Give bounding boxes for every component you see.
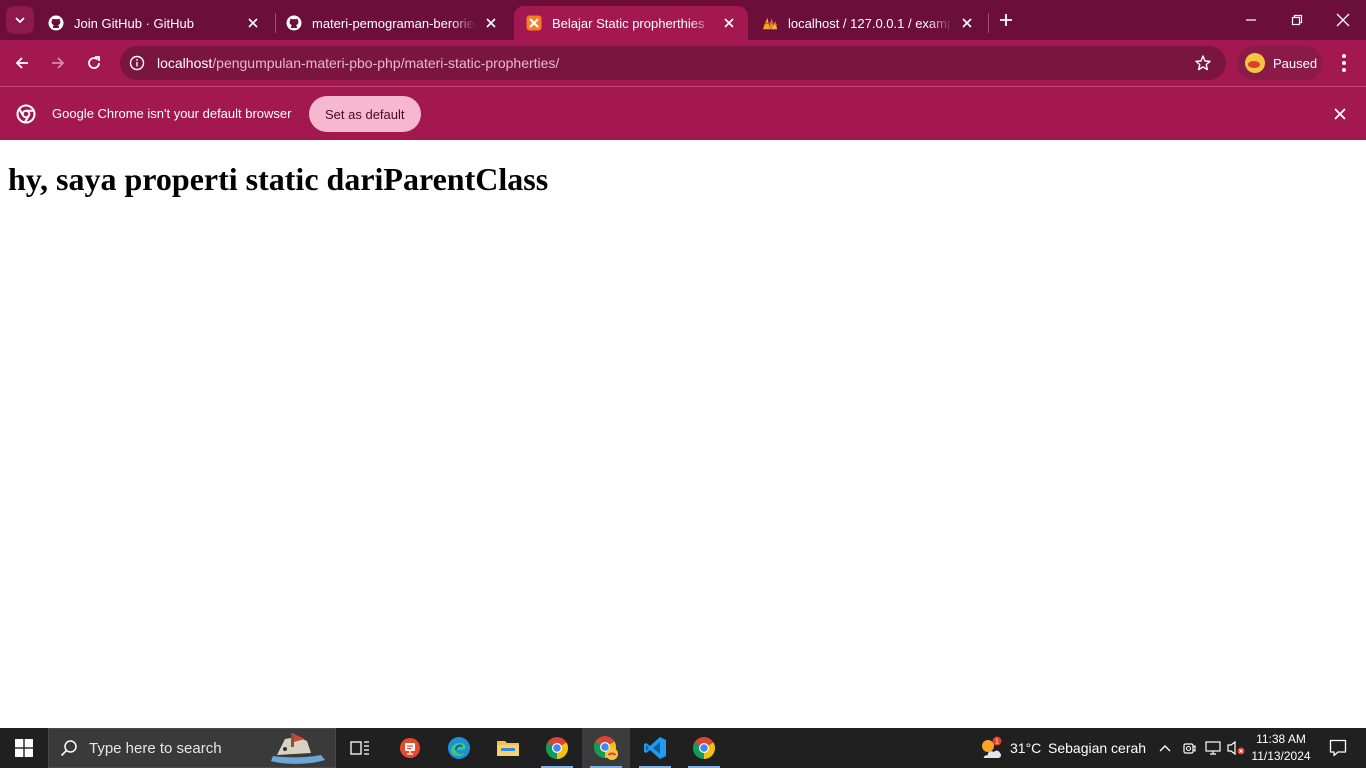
edge-icon [448, 737, 470, 759]
search-icon [49, 739, 89, 757]
tab-phpmyadmin[interactable]: localhost / 127.0.0.1 / example- [750, 6, 986, 40]
xampp-icon [526, 15, 542, 31]
avatar [1245, 53, 1265, 73]
restore-icon [1291, 14, 1303, 26]
tab-title: Belajar Static propherthies [552, 15, 705, 31]
tab-close-icon[interactable] [958, 14, 976, 32]
taskbar-search-input[interactable]: Type here to search [48, 728, 336, 768]
search-placeholder: Type here to search [89, 739, 222, 757]
url-host: localhost [157, 55, 213, 71]
bookmark-star-icon[interactable] [1194, 54, 1212, 72]
clock-date: 11/13/2024 [1251, 749, 1311, 763]
chrome-profile-icon [594, 736, 618, 760]
volume-button[interactable] [1226, 728, 1246, 768]
clock-time: 11:38 AM [1256, 732, 1306, 746]
network-icon [1205, 741, 1221, 755]
tab-title: localhost / 127.0.0.1 / example- [788, 15, 952, 31]
arrow-left-icon [15, 57, 28, 69]
address-bar[interactable]: localhost/pengumpulan-materi-pbo-php/mat… [120, 46, 1226, 80]
url-text: localhost/pengumpulan-materi-pbo-php/mat… [157, 55, 559, 71]
taskbar-chrome-profile[interactable] [582, 728, 630, 768]
tab-title: Join GitHub · GitHub [74, 15, 194, 31]
show-hidden-icons-button[interactable] [1154, 728, 1176, 768]
search-highlight-illustration [265, 731, 329, 767]
github-icon [48, 15, 64, 31]
default-browser-infobar: Google Chrome isn't your default browser… [0, 86, 1366, 140]
arrow-right-icon [52, 57, 65, 69]
tab-strip: Join GitHub · GitHub materi-pemograman-b… [0, 0, 1366, 40]
minimize-icon [1246, 19, 1256, 21]
tab-close-icon[interactable] [244, 14, 262, 32]
weather-partly-sunny-icon: 1 [982, 736, 1002, 758]
site-info-icon[interactable] [120, 46, 154, 80]
chrome-icon [693, 737, 715, 759]
weather-description: Sebagian cerah [1048, 740, 1147, 756]
infobar-message: Google Chrome isn't your default browser [52, 106, 292, 121]
url-path: /pengumpulan-materi-pbo-php/materi-stati… [212, 55, 560, 71]
tab-title: materi-pemograman-berorientasi [312, 15, 476, 31]
taskbar: Type here to search 1 31°C Sebagian cera… [0, 728, 1366, 768]
menu-kebab-icon[interactable] [1333, 49, 1355, 77]
close-icon [1336, 13, 1350, 27]
chevron-up-icon [1159, 745, 1171, 752]
tab-join-github[interactable]: Join GitHub · GitHub [36, 6, 272, 40]
task-view-icon [350, 741, 369, 755]
network-button[interactable] [1202, 728, 1224, 768]
page-heading: hy, saya properti static dariParentClass [8, 161, 549, 197]
infobar-close-icon[interactable] [1331, 105, 1349, 123]
profile-button[interactable]: Paused [1237, 46, 1322, 80]
weather-temperature: 31°C [1010, 740, 1042, 756]
start-button[interactable] [0, 728, 48, 768]
tab-close-icon[interactable] [720, 14, 738, 32]
taskbar-edge[interactable] [435, 728, 483, 768]
close-window-button[interactable] [1320, 0, 1366, 40]
plus-icon [1000, 14, 1012, 26]
presentation-app-icon [400, 738, 420, 758]
chrome-icon [16, 104, 36, 124]
forward-button[interactable] [44, 49, 72, 77]
tab-close-icon[interactable] [482, 14, 500, 32]
tab-search-button[interactable] [6, 6, 34, 34]
file-explorer-icon [497, 741, 519, 756]
phpmyadmin-icon [762, 15, 778, 31]
volume-muted-icon [1227, 740, 1245, 756]
set-as-default-button[interactable]: Set as default [309, 96, 421, 132]
taskbar-vscode[interactable] [631, 728, 679, 768]
notification-center-button[interactable] [1318, 728, 1358, 768]
taskbar-file-explorer[interactable] [484, 728, 532, 768]
weather-widget[interactable]: 1 [976, 728, 1006, 768]
reload-icon [88, 56, 100, 69]
taskbar-presentation-app[interactable] [386, 728, 434, 768]
reload-button[interactable] [80, 49, 108, 77]
browser-toolbar: localhost/pengumpulan-materi-pbo-php/mat… [0, 40, 1366, 86]
github-icon [286, 15, 302, 31]
vscode-icon [644, 737, 666, 759]
minimize-button[interactable] [1228, 0, 1274, 40]
chevron-down-icon [15, 17, 25, 24]
taskbar-chrome[interactable] [533, 728, 581, 768]
taskbar-chrome-2[interactable] [680, 728, 728, 768]
notification-icon [1329, 739, 1347, 757]
task-view-button[interactable] [336, 728, 384, 768]
back-button[interactable] [8, 49, 36, 77]
tab-materi-pemograman[interactable]: materi-pemograman-berorientasi [274, 6, 510, 40]
restore-button[interactable] [1274, 0, 1320, 40]
page-content: hy, saya properti static dariParentClass [0, 140, 1366, 728]
tab-separator [988, 13, 989, 33]
weather-badge: 1 [995, 739, 999, 746]
new-tab-button[interactable] [994, 8, 1018, 32]
chrome-icon [546, 737, 568, 759]
camera-icon [1183, 743, 1196, 754]
system-clock[interactable]: 11:38 AM 11/13/2024 [1250, 731, 1312, 765]
tab-belajar-static[interactable]: Belajar Static propherthies [514, 6, 748, 40]
meet-now-button[interactable] [1180, 728, 1198, 768]
windows-icon [15, 739, 33, 757]
profile-status: Paused [1273, 55, 1318, 71]
